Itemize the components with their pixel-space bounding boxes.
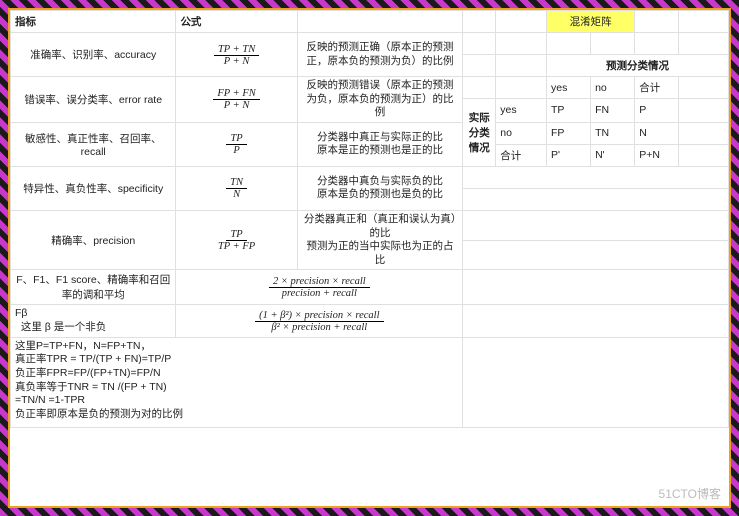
- metrics-table: 指标 公式 混淆矩阵 准确率、识别率、accuracy TP + TNP + N…: [10, 10, 729, 428]
- fbeta-label: Fβ: [15, 307, 27, 319]
- desc: 分类器中真正与实际正的比 原本是正的预测也是正的比: [297, 122, 462, 166]
- col-metric: 指标: [11, 11, 176, 33]
- notes-text: 这里P=TP+FN，N=FP+TN， 真正率TPR = TP/(TP + FN)…: [11, 337, 463, 427]
- metric-name: 敏感性、真正性率、召回率、recall: [11, 122, 176, 166]
- metric-name: 准确率、识别率、accuracy: [11, 33, 176, 77]
- conf-c1: no: [591, 77, 635, 99]
- actual-header: 实际分类情况: [463, 99, 496, 167]
- metric-name: 特异性、真负性率、specificity: [11, 166, 176, 210]
- pred-header: 预测分类情况: [546, 55, 728, 77]
- confusion-title: 混淆矩阵: [546, 11, 634, 33]
- formula-cell: TP + TNP + N: [176, 33, 297, 77]
- row-notes: 这里P=TP+FN，N=FP+TN， 真正率TPR = TP/(TP + FN)…: [11, 337, 729, 427]
- col-formula: 公式: [176, 11, 297, 33]
- row-fbeta: Fβ 这里 β 是一个非负 (1 + β²) × precision × rec…: [11, 305, 729, 337]
- fbeta-note: 这里 β 是一个非负: [21, 321, 106, 333]
- conf-r1-1: FP: [546, 122, 590, 144]
- formula-cell: 2 × precision × recallprecision + recall: [176, 270, 463, 305]
- desc: 反映的预测错误（原本正的预测为负，原本负的预测为正）的比例: [297, 77, 462, 123]
- conf-r2-2: N': [591, 144, 635, 166]
- conf-c0: yes: [546, 77, 590, 99]
- conf-r2-1: P': [546, 144, 590, 166]
- desc: 反映的预测正确（原本正的预测正，原本负的预测为负）的比例: [297, 33, 462, 77]
- desc: 分类器真正和（真正和误认为真）的比 预测为正的当中实际也为正的占比: [297, 210, 462, 270]
- conf-r1-3: N: [635, 122, 679, 144]
- conf-r0-lbl: yes: [496, 99, 547, 123]
- conf-r0-2: FN: [591, 99, 635, 123]
- row-specificity: 特异性、真负性率、specificity TNN 分类器中真负与实际负的比 原本…: [11, 166, 729, 188]
- metric-name: F、F1、F1 score、精确率和召回率的调和平均: [11, 270, 176, 305]
- conf-c2: 合计: [635, 77, 679, 99]
- metric-name: 错误率、误分类率、error rate: [11, 77, 176, 123]
- conf-r1-lbl: no: [496, 122, 547, 144]
- formula-cell: TPP: [176, 122, 297, 166]
- formula-cell: TNN: [176, 166, 297, 210]
- formula-cell: TPTP + FP: [176, 210, 297, 270]
- header-row: 指标 公式 混淆矩阵: [11, 11, 729, 33]
- spreadsheet: 指标 公式 混淆矩阵 准确率、识别率、accuracy TP + TNP + N…: [8, 8, 731, 508]
- desc: 分类器中真负与实际负的比 原本是负的预测也是负的比: [297, 166, 462, 210]
- watermark: 51CTO博客: [659, 485, 721, 502]
- row-error-rate: 错误率、误分类率、error rate FP + FNP + N 反映的预测错误…: [11, 77, 729, 99]
- row-recall: 敏感性、真正性率、召回率、recall TPP 分类器中真正与实际正的比 原本是…: [11, 122, 729, 144]
- row-accuracy: 准确率、识别率、accuracy TP + TNP + N 反映的预测正确（原本…: [11, 33, 729, 55]
- row-f1: F、F1、F1 score、精确率和召回率的调和平均 2 × precision…: [11, 270, 729, 305]
- conf-r2-lbl: 合计: [496, 144, 547, 166]
- conf-r0-1: TP: [546, 99, 590, 123]
- formula-cell: FP + FNP + N: [176, 77, 297, 123]
- conf-r0-3: P: [635, 99, 679, 123]
- formula-cell: (1 + β²) × precision × recallβ² × precis…: [176, 305, 463, 337]
- metric-name: 精确率、precision: [11, 210, 176, 270]
- row-precision: 精确率、precision TPTP + FP 分类器真正和（真正和误认为真）的…: [11, 210, 729, 240]
- conf-r1-2: TN: [591, 122, 635, 144]
- conf-r2-3: P+N: [635, 144, 679, 166]
